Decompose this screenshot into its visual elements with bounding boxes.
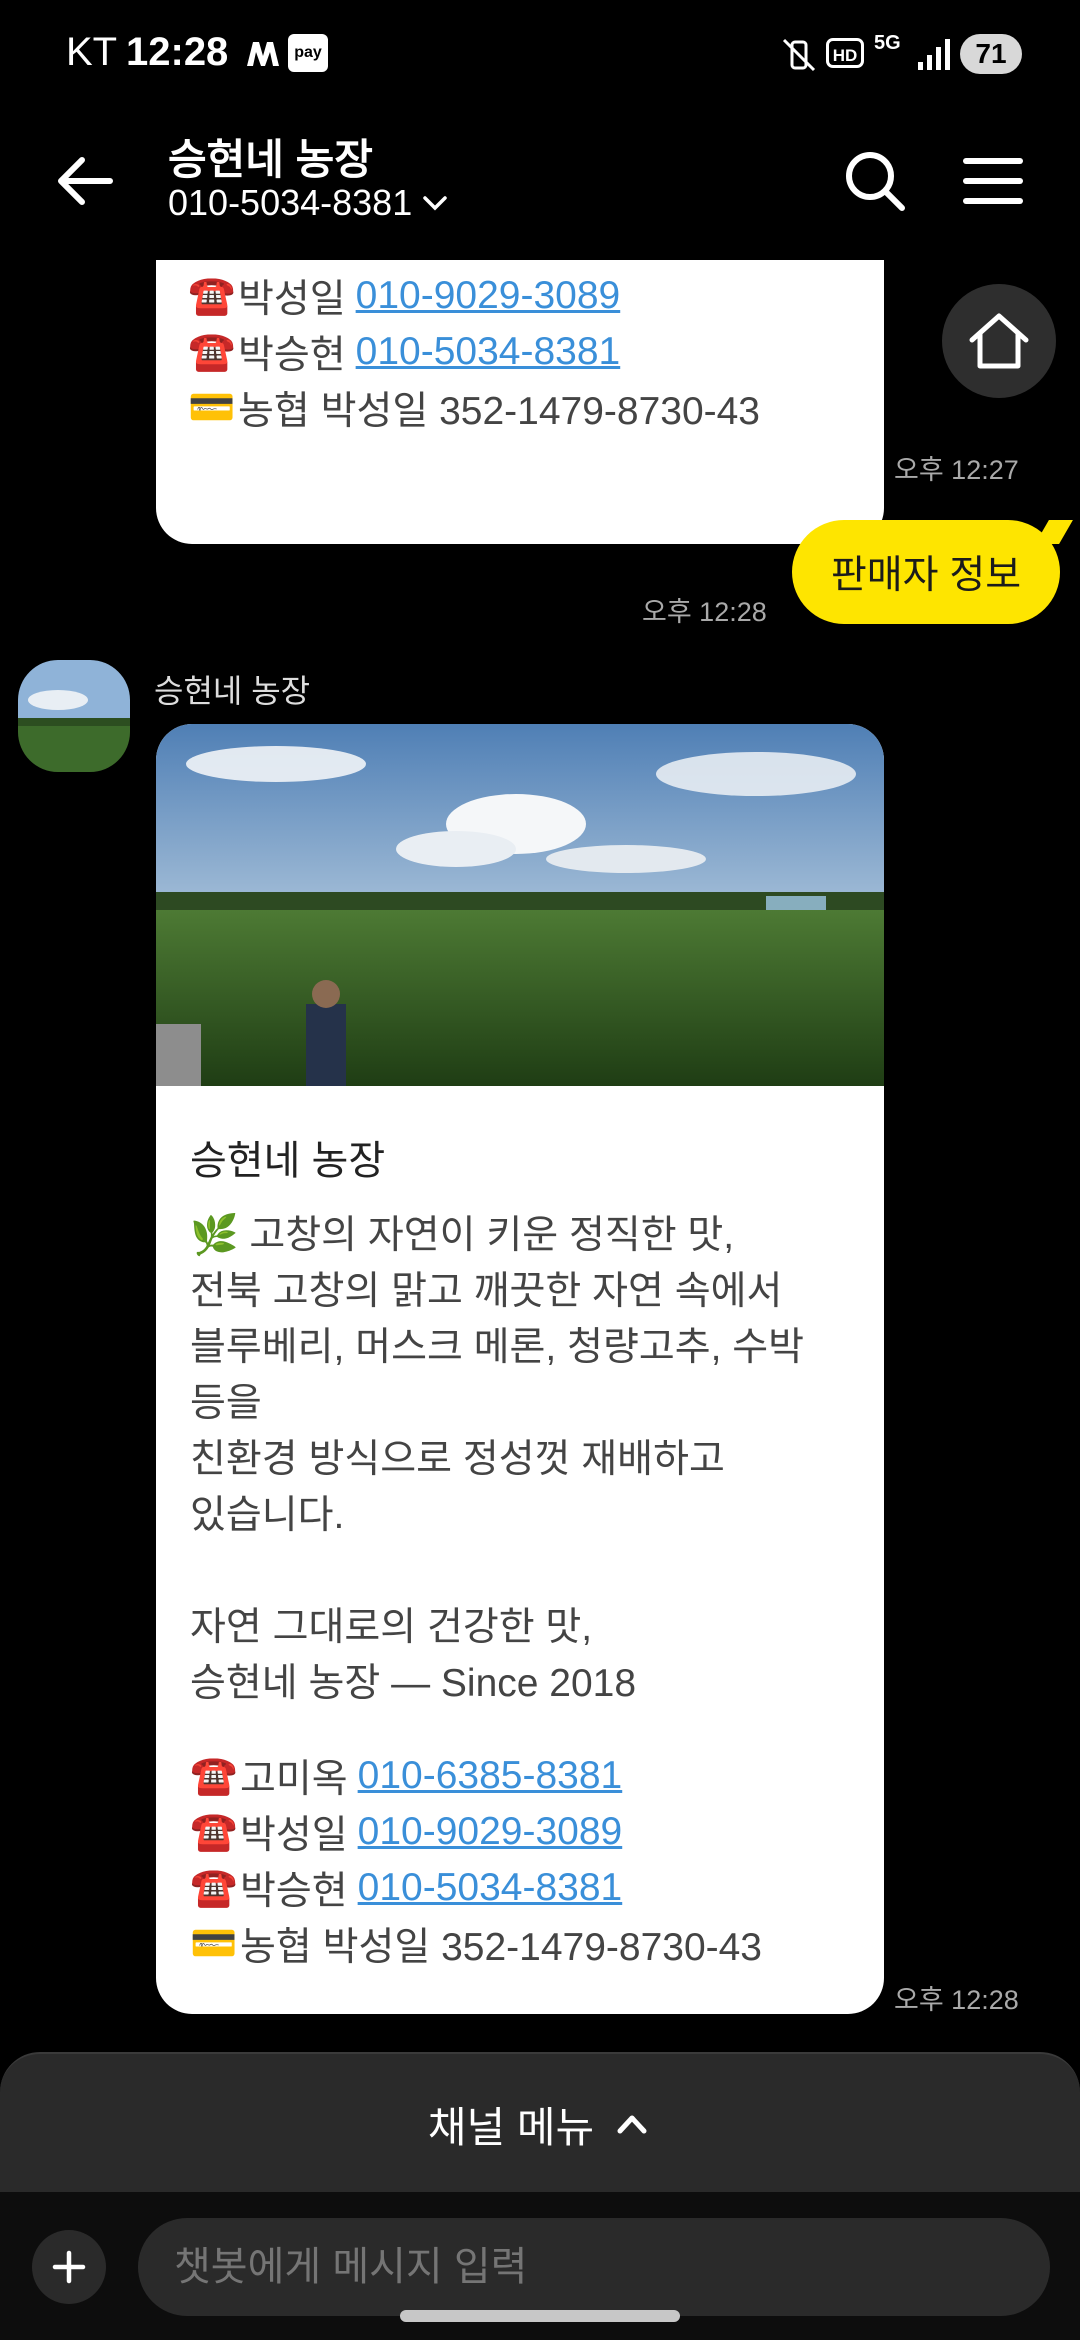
back-arrow-icon[interactable] (50, 146, 120, 216)
contact-line: ☎️ 박성일 010-9029-3089 (190, 1804, 762, 1860)
hamburger-menu-icon[interactable] (958, 146, 1028, 216)
contact-line: ☎️ 박성일 010-9029-3089 (188, 268, 760, 324)
contact-line: ☎️ 박승현 010-5034-8381 (188, 324, 760, 380)
home-indicator[interactable] (400, 2310, 680, 2322)
contact-name: 고미옥 (238, 260, 346, 268)
credit-card-icon: 💳 (190, 1923, 238, 1965)
card-title: 승현네 농장 (190, 1139, 386, 1183)
phone-link[interactable]: 010-5034-8381 (358, 1866, 623, 1910)
phone-link[interactable]: 010-9029-3089 (356, 274, 621, 318)
contact-lines: ☎️ 고미옥 010-6385-8381 ☎️ 박성일 010-9029-308… (190, 1748, 762, 1972)
m-app-icon (247, 42, 279, 66)
carrier-label: KT (66, 30, 118, 74)
phone-link[interactable]: 010-6385-8381 (358, 1754, 623, 1798)
pay-icon: pay (288, 34, 328, 72)
signal-icon (918, 39, 950, 70)
user-message-bubble[interactable]: 판매자 정보 (792, 520, 1060, 624)
subtitle-phone: 010-5034-8381 (168, 182, 413, 223)
contact-name: 박승현 (240, 1870, 348, 1913)
phone-link[interactable]: 010-5034-8381 (356, 330, 621, 374)
home-button[interactable] (942, 284, 1056, 398)
channel-menu-label: 채널 메뉴 (427, 2103, 595, 2151)
phone-icon: ☎️ (188, 275, 236, 317)
hd-voice-icon: HD (826, 38, 864, 68)
contact-name: 고미옥 (240, 1758, 348, 1801)
chevron-up-icon (617, 2115, 647, 2134)
contact-name: 박성일 (240, 1814, 348, 1857)
status-bar: KT 12:28 pay HD 5G 71 (0, 0, 1080, 110)
status-time: 12:28 (126, 30, 229, 74)
phone-icon: ☎️ (190, 1811, 238, 1853)
contact-line: ☎️ 박승현 010-5034-8381 (190, 1860, 762, 1916)
message-time: 오후 12:27 (894, 455, 1019, 485)
contact-line: ☎️ 고미옥 010-6385-8381 (190, 1748, 762, 1804)
bank-line: 💳 농협 박성일 352-1479-8730-43 (190, 1916, 762, 1972)
avatar[interactable] (18, 660, 130, 772)
bank-line: 💳 농협 박성일 352-1479-8730-43 (188, 380, 760, 436)
chat-title: 승현네 농장 (168, 136, 373, 183)
bank-account: 농협 박성일 352-1479-8730-43 (238, 390, 761, 433)
message-time: 오후 12:28 (894, 1985, 1019, 2015)
phone-icon: ☎️ (190, 1867, 238, 1909)
network-5g-icon: 5G (874, 32, 901, 54)
phone-icon: ☎️ (190, 1755, 238, 1797)
message-input[interactable] (138, 2218, 1050, 2316)
vibrate-mute-icon (782, 38, 816, 72)
farm-info-card: 승현네 농장 🌿 고창의 자연이 키운 정직한 맛, 전북 고창의 맑고 깨끗한… (156, 724, 884, 2014)
attach-button[interactable] (32, 2230, 106, 2304)
phone-icon: ☎️ (188, 331, 236, 373)
contact-name: 박승현 (238, 334, 346, 377)
phone-link[interactable]: 010-9029-3089 (358, 1810, 623, 1854)
chat-header: 승현네 농장 010-5034-8381 (0, 110, 1080, 260)
contact-lines: ☎️ 고미옥 010-6385-8381 ☎️ 박성일 010-9029-308… (188, 260, 760, 436)
plus-icon (52, 2250, 86, 2284)
contact-line: ☎️ 고미옥 010-6385-8381 (188, 260, 760, 268)
message-time: 오후 12:28 (642, 597, 767, 627)
credit-card-icon: 💳 (188, 387, 236, 429)
search-icon[interactable] (840, 146, 910, 216)
channel-menu-button[interactable]: 채널 메뉴 (0, 2052, 1080, 2194)
chat-subtitle[interactable]: 010-5034-8381 (168, 182, 450, 224)
home-icon (969, 313, 1029, 369)
phone-link[interactable]: 010-6385-8381 (356, 260, 621, 262)
chat-area[interactable]: ☎️ 고미옥 010-6385-8381 ☎️ 박성일 010-9029-308… (0, 260, 1080, 2050)
card-description: 🌿 고창의 자연이 키운 정직한 맛, 전북 고창의 맑고 깨끗한 자연 속에서… (190, 1214, 805, 1705)
farm-photo[interactable] (156, 724, 884, 1086)
battery-icon: 71 (960, 34, 1022, 74)
bank-account: 농협 박성일 352-1479-8730-43 (240, 1926, 763, 1969)
message-card: ☎️ 고미옥 010-6385-8381 ☎️ 박성일 010-9029-308… (156, 260, 884, 544)
contact-name: 박성일 (238, 278, 346, 321)
sender-name: 승현네 농장 (154, 673, 311, 709)
phone-icon: ☎️ (188, 260, 238, 262)
chevron-down-icon (423, 196, 447, 211)
